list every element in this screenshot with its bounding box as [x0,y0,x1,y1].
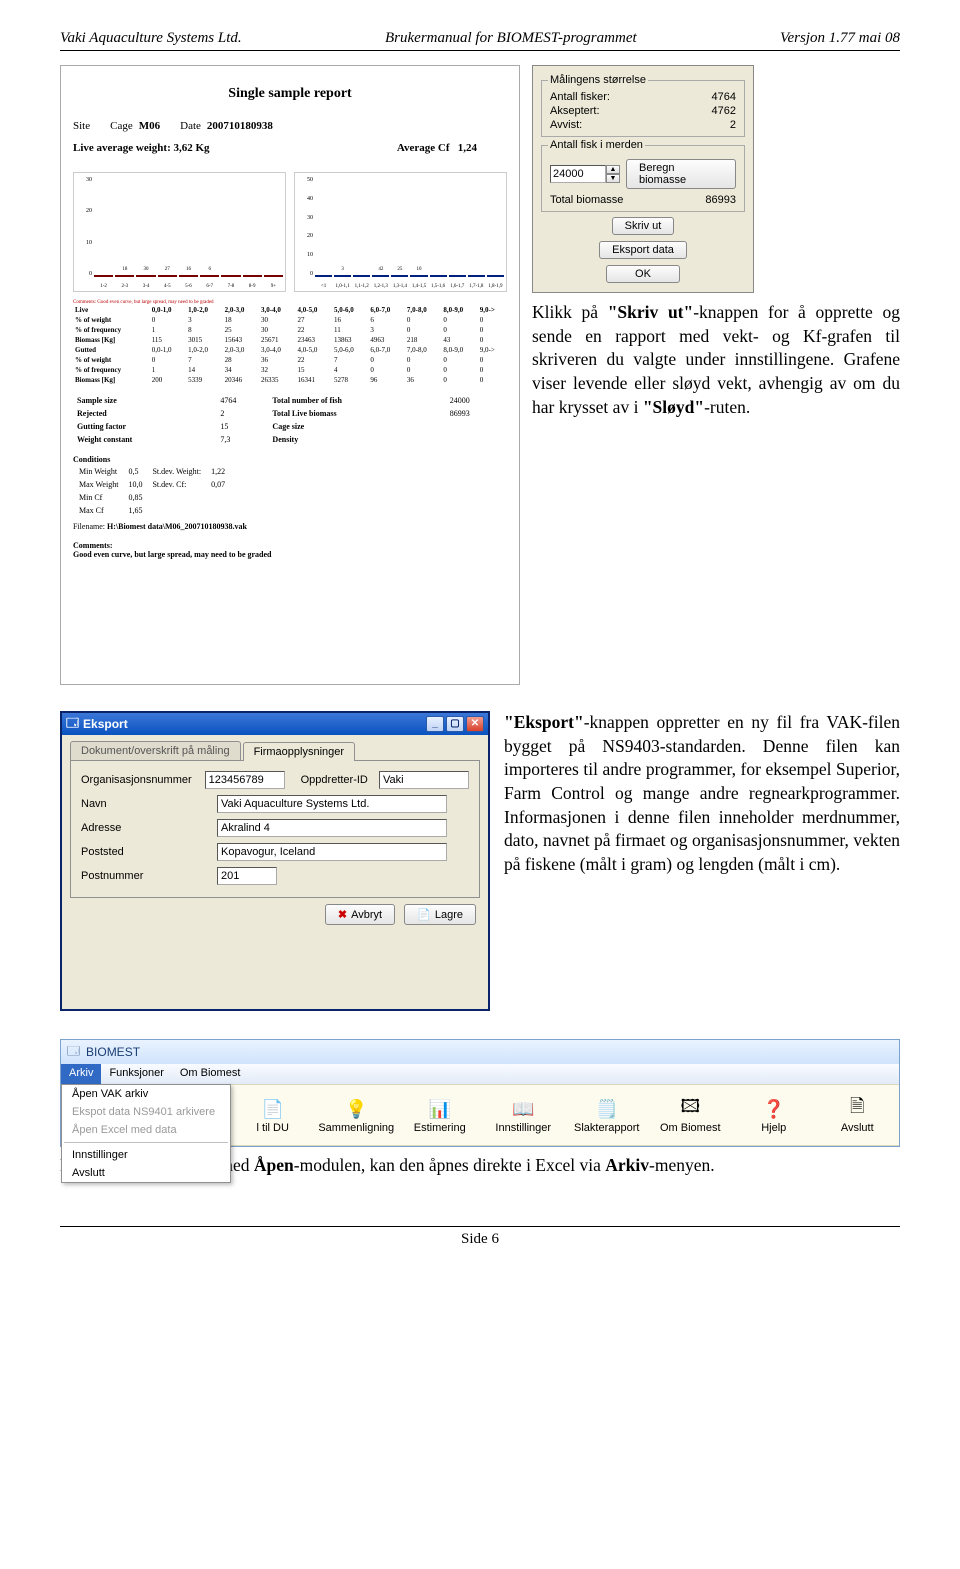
skriv-ut-button[interactable]: Skriv ut [612,217,675,235]
cf-bar-chart: 01020304050 <131,0-1,11,1-1,2421,2-1,325… [294,172,507,292]
bar: 182-3 [115,275,134,277]
menu-arkiv[interactable]: Arkiv [61,1064,101,1084]
toolbar-icon: 📖 [482,1096,566,1122]
toolbar-button[interactable]: 🗎Avslutt [816,1096,900,1134]
conditions-table: Min Weight0,5St.dev. Weight:1,22Max Weig… [73,464,231,518]
app-icon: 🗔 [66,714,79,735]
app-icon: 🗔 [67,1042,80,1063]
bar: 1,1-1,2 [353,275,370,277]
drop-avslutt[interactable]: Avslutt [62,1164,230,1182]
bar: 9+ [264,275,283,277]
single-sample-report: Single sample report Site Cage M06 Date … [60,65,520,685]
toolbar-icon: 🗎 [816,1096,900,1122]
fish-count-group: Antall fisk i merden ▲▼ Beregn biomasse … [541,139,745,212]
menu-om-biomest[interactable]: Om Biomest [172,1064,249,1084]
eksport-dialog: 🗔Eksport _ ▢ ✕ Dokument/overskrift på må… [60,711,490,1011]
report-title: Single sample report [73,86,507,102]
bar: 421,2-1,3 [372,275,389,277]
beregn-biomasse-button[interactable]: Beregn biomasse [626,159,736,189]
bar: 1-2 [94,275,113,277]
bar: 1,8-1,9 [487,275,504,277]
weight-bar-chart: 0102030 1-2182-3303-4274-5165-666-77-88-… [73,172,286,292]
toolbar-icon: 📊 [398,1096,482,1122]
toolbar-button[interactable]: 📖Innstillinger [482,1096,566,1134]
oppdretter-id-input[interactable] [379,771,469,789]
maximize-icon[interactable]: ▢ [446,716,464,732]
poststed-input[interactable] [217,843,447,861]
adresse-input[interactable] [217,819,447,837]
ok-button[interactable]: OK [606,265,680,283]
org-number-input[interactable] [205,771,285,789]
measurement-size-group: Målingens størrelse Antall fisker:4764 A… [541,74,745,137]
navn-input[interactable] [217,795,447,813]
drop-export-ns9401: Ekspot data NS9401 arkivere [62,1103,230,1121]
bar: 8-9 [243,275,262,277]
tab-dokument[interactable]: Dokument/overskrift på måling [70,741,241,760]
save-icon: 📄 [417,908,431,921]
menu-funksjoner[interactable]: Funksjoner [101,1064,171,1084]
toolbar-icon: 🗒️ [565,1096,649,1122]
bar: 274-5 [158,275,177,277]
page-footer: Side 6 [60,1226,900,1248]
toolbar-icon: 🖾 [649,1096,733,1122]
drop-open-vak[interactable]: Åpen VAK arkiv [62,1085,230,1103]
biomass-panel: Målingens størrelse Antall fisker:4764 A… [532,65,754,293]
toolbar-button[interactable]: 💡Sammenligning [315,1096,399,1134]
header-title: Brukermanual for BIOMEST-programmet [385,30,637,47]
toolbar-icon: ❓ [732,1096,816,1122]
eksport-data-button[interactable]: Eksport data [599,241,687,259]
header-company: Vaki Aquaculture Systems Ltd. [60,30,242,47]
bar: 101,4-1,5 [410,275,427,277]
bar: 303-4 [136,275,155,277]
lagre-button[interactable]: 📄Lagre [404,904,476,925]
menu-bar: Arkiv Funksjoner Om Biomest [61,1064,899,1084]
bar: 7-8 [221,275,240,277]
header-version: Versjon 1.77 mai 08 [780,30,900,47]
paragraph-skriv-ut: Klikk på "Skriv ut"-knappen for å oppret… [532,301,900,419]
cancel-icon: ✖ [338,908,347,921]
tab-firma[interactable]: Firmaopplysninger [243,742,355,761]
spin-up-icon[interactable]: ▲ [606,165,620,174]
toolbar-icon: 💡 [315,1096,399,1122]
toolbar-button[interactable]: 🖾Om Biomest [649,1096,733,1134]
spin-down-icon[interactable]: ▼ [606,174,620,183]
weight-dist-table: Live0,0-1,01,0-2,02,0-3,03,0-4,04,0-5,05… [73,305,507,385]
bar: 1,7-1,8 [468,275,485,277]
bar: 1,6-1,7 [449,275,466,277]
avbryt-button[interactable]: ✖Avbryt [325,904,395,925]
postnr-input[interactable] [217,867,277,885]
toolbar-button[interactable]: ❓Hjelp [732,1096,816,1134]
drop-open-excel: Åpen Excel med data [62,1121,230,1139]
toolbar-button[interactable]: 📊Estimering [398,1096,482,1134]
toolbar-button[interactable]: 📄l til DU [231,1096,315,1134]
bar: 31,0-1,1 [334,275,351,277]
close-icon[interactable]: ✕ [466,716,484,732]
bar: 251,3-1,4 [391,275,408,277]
paragraph-eksport: "Eksport"-knappen oppretter en ny fil fr… [504,711,900,1011]
toolbar-button[interactable]: 🗒️Slakterapport [565,1096,649,1134]
sample-stats: Sample size4764Total number of fish24000… [73,393,507,447]
bar: 66-7 [200,275,219,277]
page-header: Vaki Aquaculture Systems Ltd. Brukermanu… [60,30,900,51]
merd-count-input[interactable]: ▲▼ [550,165,620,183]
toolbar-icon: 📄 [231,1096,315,1122]
bar: <1 [315,275,332,277]
minimize-icon[interactable]: _ [426,716,444,732]
drop-innstillinger[interactable]: Innstillinger [62,1146,230,1164]
biomest-window: 🗔BIOMEST Arkiv Funksjoner Om Biomest Åpe… [60,1039,900,1147]
bar: 165-6 [179,275,198,277]
arkiv-dropdown: Åpen VAK arkiv Ekspot data NS9401 arkive… [61,1084,231,1183]
bar: 1,5-1,6 [430,275,447,277]
